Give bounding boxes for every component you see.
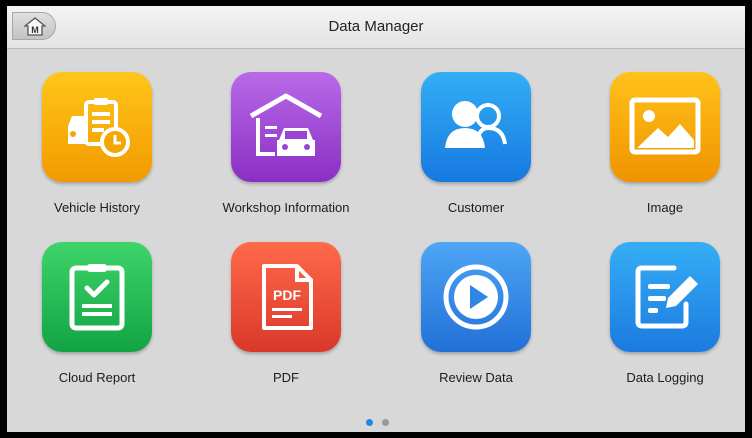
customer-users-icon xyxy=(421,72,531,182)
app-workshop-information[interactable]: Workshop Information xyxy=(206,72,366,232)
pdf-icon: PDF xyxy=(231,242,341,352)
data-logging-tile[interactable] xyxy=(610,242,720,352)
cloud-report-tile[interactable] xyxy=(42,242,152,352)
app-review-data[interactable]: Review Data xyxy=(396,242,556,402)
pdf-icon-text: PDF xyxy=(273,287,301,303)
cloud-report-icon xyxy=(42,242,152,352)
app-label: Data Logging xyxy=(626,370,704,385)
workshop-information-tile[interactable] xyxy=(231,72,341,182)
image-icon xyxy=(610,72,720,182)
app-label: Cloud Report xyxy=(58,370,136,385)
image-tile[interactable] xyxy=(610,72,720,182)
app-cloud-report[interactable]: Cloud Report xyxy=(17,242,177,402)
page-dot-active[interactable] xyxy=(366,419,373,426)
app-data-logging[interactable]: Data Logging xyxy=(585,242,745,402)
pdf-tile[interactable]: PDF xyxy=(231,242,341,352)
app-pdf[interactable]: PDF PDF xyxy=(206,242,366,402)
app-label: PDF xyxy=(273,370,299,385)
app-image[interactable]: Image xyxy=(585,72,745,232)
app-label: Review Data xyxy=(439,370,513,385)
app-label: Customer xyxy=(447,200,505,215)
vehicle-history-tile[interactable] xyxy=(42,72,152,182)
screen: M Data Manager Vehicle History Workshop … xyxy=(7,6,745,432)
vehicle-history-icon xyxy=(42,72,152,182)
review-play-icon xyxy=(421,242,531,352)
review-data-tile[interactable] xyxy=(421,242,531,352)
app-label: Workshop Information xyxy=(222,200,350,215)
app-grid: Vehicle History Workshop Information Cus… xyxy=(7,48,745,432)
workshop-garage-icon xyxy=(231,72,341,182)
customer-tile[interactable] xyxy=(421,72,531,182)
app-label: Image xyxy=(646,200,684,215)
top-bar: M Data Manager xyxy=(7,6,745,49)
app-vehicle-history[interactable]: Vehicle History xyxy=(17,72,177,232)
page-title: Data Manager xyxy=(328,18,424,35)
page-dot-inactive[interactable] xyxy=(382,419,389,426)
app-label: Vehicle History xyxy=(54,200,140,215)
app-customer[interactable]: Customer xyxy=(396,72,556,232)
data-logging-icon xyxy=(610,242,720,352)
